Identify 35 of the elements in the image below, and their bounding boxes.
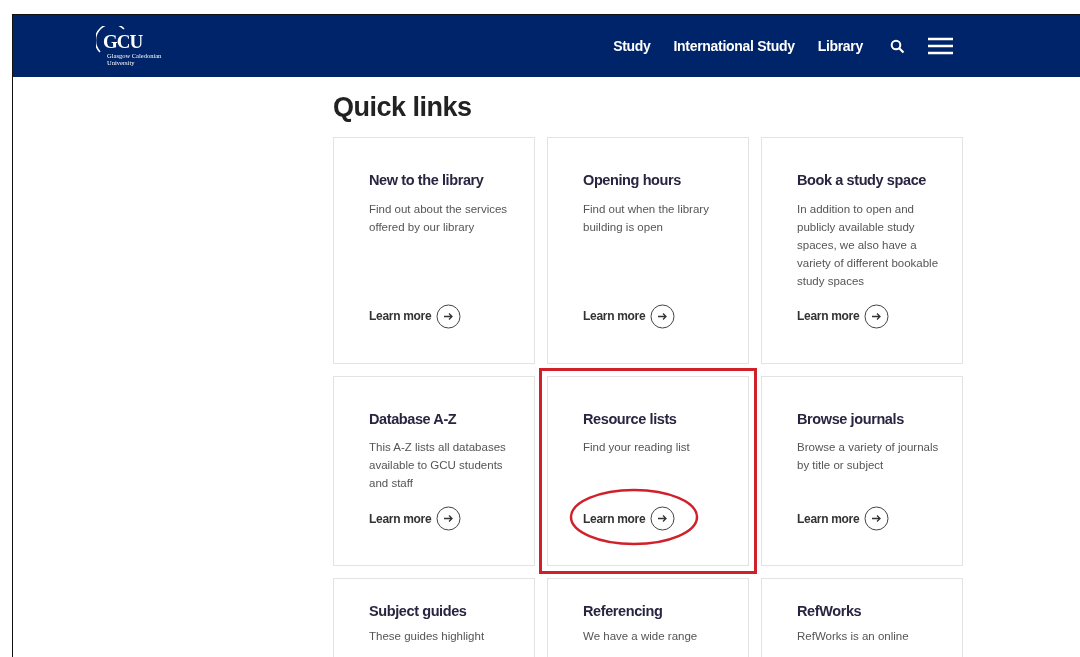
card-title: Subject guides: [369, 603, 468, 621]
card-description: Browse a variety of journals by title or subject: [797, 440, 940, 474]
page-heading: Quick links: [333, 91, 473, 124]
arrow-circle-icon: [650, 506, 676, 532]
learn-more-link[interactable]: Learn more: [797, 506, 890, 532]
card-description: These guides highlight: [369, 628, 486, 644]
nav-link[interactable]: Study: [613, 35, 651, 57]
card-title: Resource lists: [583, 410, 678, 429]
menu-icon[interactable]: [928, 37, 953, 55]
arrow-circle-icon: [864, 303, 890, 329]
card-description: We have a wide range: [583, 628, 699, 644]
card-title: Database A-Z: [369, 410, 458, 429]
card-description: Find out about the services offered by our library: [369, 201, 509, 235]
arrow-circle-icon: [864, 506, 890, 532]
learn-more-link[interactable]: Learn more: [797, 303, 890, 329]
card-description: RefWorks is an online: [797, 628, 910, 644]
learn-more-link[interactable]: Learn more: [369, 506, 462, 532]
card-description: In addition to open and publicly available study spaces, we also have a variety of different bookable study spaces: [797, 201, 940, 289]
nav-link[interactable]: International Study: [673, 35, 795, 57]
learn-more-link[interactable]: Learn more: [369, 303, 462, 329]
card-title: Referencing: [583, 603, 664, 621]
card-description: Find out when the library building is open: [583, 201, 710, 235]
card-title: Browse journals: [797, 410, 905, 429]
card-description: This A-Z lists all databases available to GCU students and staff: [369, 440, 507, 492]
card-title: Book a study space: [797, 172, 927, 190]
search-icon[interactable]: [890, 38, 905, 54]
arrow-circle-icon: [436, 506, 462, 532]
learn-more-link[interactable]: Learn more: [583, 303, 676, 329]
nav-link[interactable]: Library: [817, 35, 863, 57]
card-title: New to the library: [369, 172, 485, 190]
card-title: Opening hours: [583, 172, 682, 190]
card-description: Find your reading list: [583, 440, 691, 456]
card-title: RefWorks: [797, 603, 863, 621]
arrow-circle-icon: [650, 303, 676, 329]
arrow-circle-icon: [436, 303, 462, 329]
